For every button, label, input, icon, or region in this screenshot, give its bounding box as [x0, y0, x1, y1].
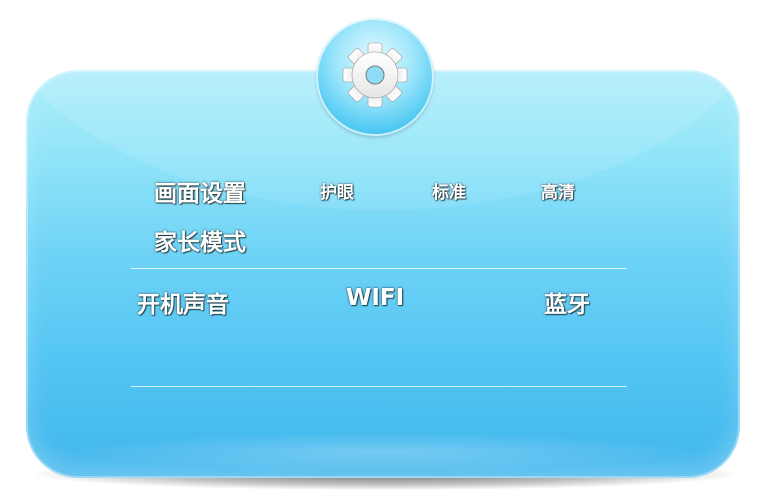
picture-settings-label: 画面设置: [154, 181, 246, 207]
settings-screen: 画面设置 护眼 标准 高清 家长模式 开机声音 WIFI 蓝牙: [0, 0, 773, 501]
panel-bottom-glow: [66, 432, 700, 472]
settings-gear-button[interactable]: [316, 18, 434, 136]
bluetooth-toggle[interactable]: 蓝牙: [544, 285, 590, 319]
section-divider-bottom: [131, 386, 627, 387]
parental-mode-button[interactable]: 家长模式: [154, 223, 246, 257]
section-divider-top: [131, 268, 627, 269]
wifi-toggle[interactable]: WIFI: [346, 285, 404, 311]
picture-option-standard[interactable]: 标准: [432, 178, 466, 203]
picture-option-eye-care[interactable]: 护眼: [320, 178, 354, 203]
boot-sound-toggle[interactable]: 开机声音: [137, 285, 229, 319]
gear-icon: [342, 42, 408, 108]
picture-option-hd[interactable]: 高清: [541, 178, 575, 203]
